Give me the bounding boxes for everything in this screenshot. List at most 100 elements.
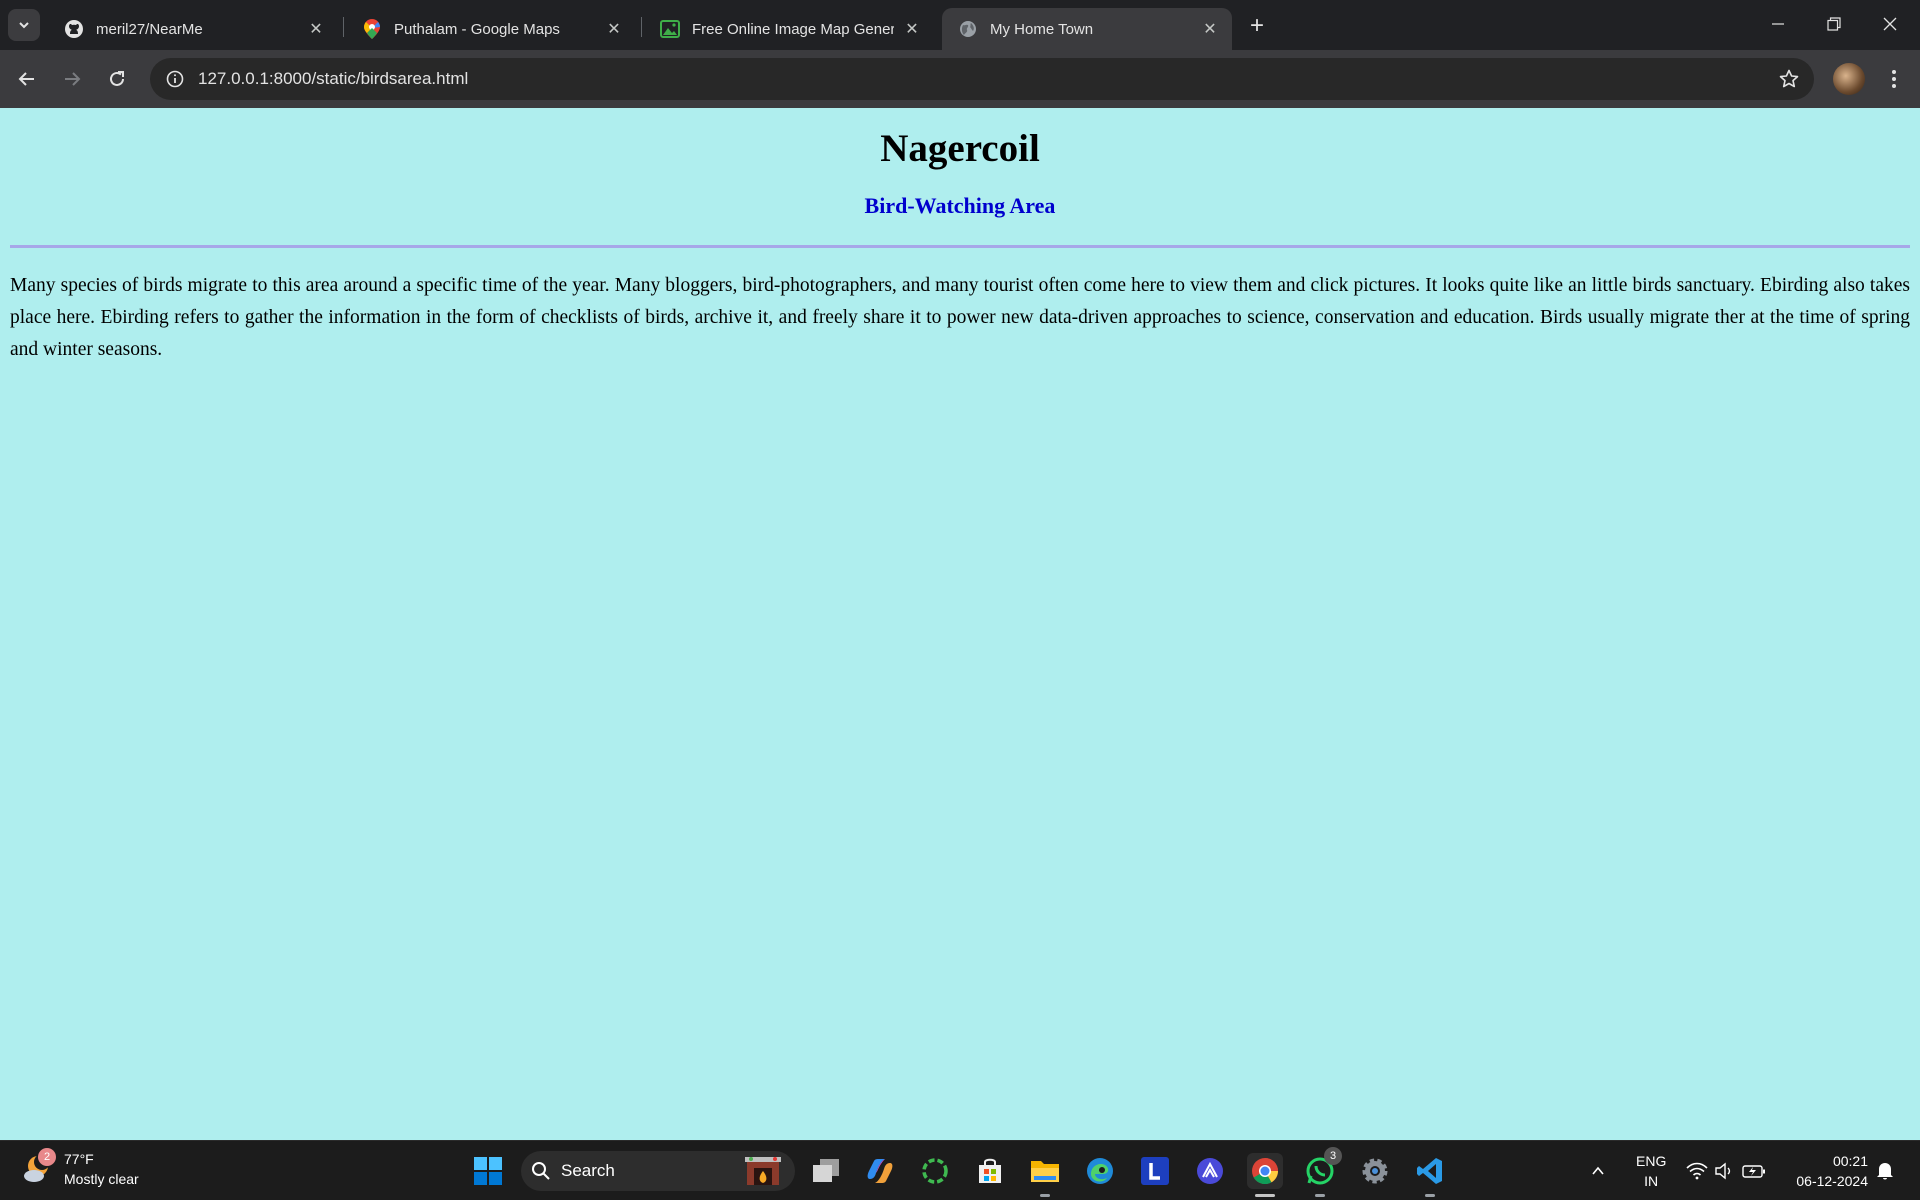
- close-icon: [1883, 17, 1897, 31]
- clock-date: 06-12-2024: [1796, 1173, 1868, 1189]
- restore-button[interactable]: [1806, 0, 1862, 48]
- close-icon[interactable]: ✕: [1200, 19, 1220, 39]
- google-maps-icon: [362, 19, 382, 39]
- page-title: Nagercoil: [880, 127, 1040, 170]
- region-code: IN: [1644, 1173, 1659, 1189]
- tab-my-home-town[interactable]: My Home Town ✕: [942, 8, 1232, 50]
- chevron-down-icon: [19, 22, 29, 29]
- active-indicator: [1255, 1194, 1275, 1197]
- edge-button[interactable]: [1082, 1153, 1118, 1189]
- description-paragraph: Many species of birds migrate to this ar…: [10, 275, 1910, 360]
- close-icon[interactable]: ✕: [306, 19, 326, 39]
- tab-title: Free Online Image Map Genera: [692, 20, 894, 38]
- running-indicator: [1040, 1194, 1050, 1197]
- plus-icon: +: [1249, 12, 1264, 39]
- triangle-vpn-icon: [1197, 1158, 1223, 1184]
- clock-time: 00:21: [1832, 1153, 1868, 1169]
- github-icon: [64, 19, 84, 39]
- search-highlight-fireplace-icon: [743, 1155, 783, 1187]
- star-icon: [1779, 69, 1799, 88]
- file-explorer-button[interactable]: [1027, 1153, 1063, 1189]
- reload-button[interactable]: [101, 63, 133, 95]
- windows-logo-icon: [474, 1157, 502, 1185]
- gear-icon: [1362, 1158, 1388, 1184]
- letter-l-icon: [1141, 1157, 1169, 1185]
- bookmark-button[interactable]: [1776, 66, 1802, 92]
- browser-toolbar: 127.0.0.1:8000/static/birdsarea.html: [0, 50, 1920, 108]
- wifi-icon: [1686, 1162, 1708, 1180]
- back-button[interactable]: [11, 63, 43, 95]
- system-clock[interactable]: 00:21 06-12-2024: [1786, 1151, 1868, 1191]
- image-icon: [660, 19, 680, 39]
- browser-menu-button[interactable]: [1878, 63, 1910, 95]
- close-icon[interactable]: ✕: [902, 19, 922, 39]
- weather-badge: 2: [38, 1148, 56, 1166]
- green-circle-icon: [922, 1158, 948, 1184]
- volume-icon: [1715, 1162, 1731, 1180]
- show-hidden-icons-button[interactable]: [1590, 1141, 1606, 1200]
- address-bar[interactable]: 127.0.0.1:8000/static/birdsarea.html: [150, 58, 1814, 100]
- bell-icon: [1877, 1163, 1893, 1180]
- start-button[interactable]: [470, 1153, 506, 1189]
- vscode-button[interactable]: [1412, 1153, 1448, 1189]
- task-view-button[interactable]: [808, 1153, 844, 1189]
- tab-image-map-generator[interactable]: Free Online Image Map Genera ✕: [644, 8, 934, 50]
- more-vertical-icon: [1892, 70, 1896, 88]
- chrome-button[interactable]: [1247, 1153, 1283, 1189]
- edge-icon: [1087, 1158, 1113, 1184]
- copilot-icon: [867, 1159, 893, 1183]
- language-code: ENG: [1636, 1153, 1667, 1169]
- whatsapp-button[interactable]: 3: [1302, 1147, 1342, 1189]
- language-indicator[interactable]: ENG IN: [1636, 1141, 1666, 1200]
- running-indicator: [1425, 1194, 1435, 1197]
- reload-icon: [110, 71, 124, 86]
- info-icon: [166, 70, 184, 88]
- forward-button[interactable]: [56, 63, 88, 95]
- tab-search-button[interactable]: [8, 9, 40, 41]
- tab-github[interactable]: meril27/NearMe ✕: [48, 8, 338, 50]
- microsoft-store-button[interactable]: [972, 1153, 1008, 1189]
- tab-divider: [343, 17, 344, 37]
- web-page: Nagercoil Bird-Watching Area Many specie…: [0, 108, 1920, 1140]
- new-tab-button[interactable]: +: [1243, 12, 1271, 40]
- weather-widget[interactable]: 2 77°F Mostly clear: [22, 1148, 139, 1189]
- copilot-button[interactable]: [862, 1153, 898, 1189]
- weather-temperature: 77°F: [64, 1151, 94, 1167]
- section-heading: Bird-Watching Area: [864, 193, 1056, 218]
- search-label: Search: [561, 1161, 615, 1180]
- tab-title: meril27/NearMe: [96, 20, 203, 38]
- tab-strip: meril27/NearMe ✕ Puthalam - Google Maps …: [0, 0, 1920, 50]
- close-window-button[interactable]: [1862, 0, 1918, 48]
- tab-title: Puthalam - Google Maps: [394, 20, 560, 38]
- tab-divider: [641, 17, 642, 37]
- arrow-right-icon: [65, 72, 81, 86]
- profile-avatar[interactable]: [1833, 63, 1865, 95]
- weather-moon-cloud-icon: 2: [22, 1148, 56, 1186]
- tab-google-maps[interactable]: Puthalam - Google Maps ✕: [346, 8, 636, 50]
- windows-taskbar: 2 77°F Mostly clear Search 3 ENG IN 00:2…: [0, 1140, 1920, 1200]
- running-indicator: [1315, 1194, 1325, 1197]
- restore-icon: [1827, 17, 1841, 31]
- proton-vpn-button[interactable]: [1192, 1153, 1228, 1189]
- settings-button[interactable]: [1357, 1153, 1393, 1189]
- quick-settings-button[interactable]: [1686, 1141, 1766, 1200]
- taskbar-search[interactable]: Search: [521, 1151, 795, 1191]
- close-icon[interactable]: ✕: [604, 19, 624, 39]
- search-icon: [521, 1161, 561, 1181]
- whatsapp-badge: 3: [1324, 1147, 1342, 1165]
- loader-app-button[interactable]: [917, 1153, 953, 1189]
- task-view-icon: [813, 1159, 839, 1182]
- store-icon: [979, 1158, 1001, 1183]
- arrow-left-icon: [18, 72, 34, 86]
- divider: [10, 245, 1910, 248]
- globe-icon: [958, 19, 978, 39]
- chrome-icon: [1252, 1158, 1279, 1185]
- notifications-button[interactable]: [1876, 1141, 1894, 1200]
- minimize-button[interactable]: [1750, 0, 1806, 48]
- url-text[interactable]: 127.0.0.1:8000/static/birdsarea.html: [198, 69, 468, 89]
- l-app-button[interactable]: [1137, 1153, 1173, 1189]
- chevron-up-icon: [1592, 1166, 1604, 1175]
- site-info-button[interactable]: [154, 58, 196, 100]
- tab-title: My Home Town: [990, 20, 1094, 38]
- weather-condition: Mostly clear: [64, 1171, 139, 1187]
